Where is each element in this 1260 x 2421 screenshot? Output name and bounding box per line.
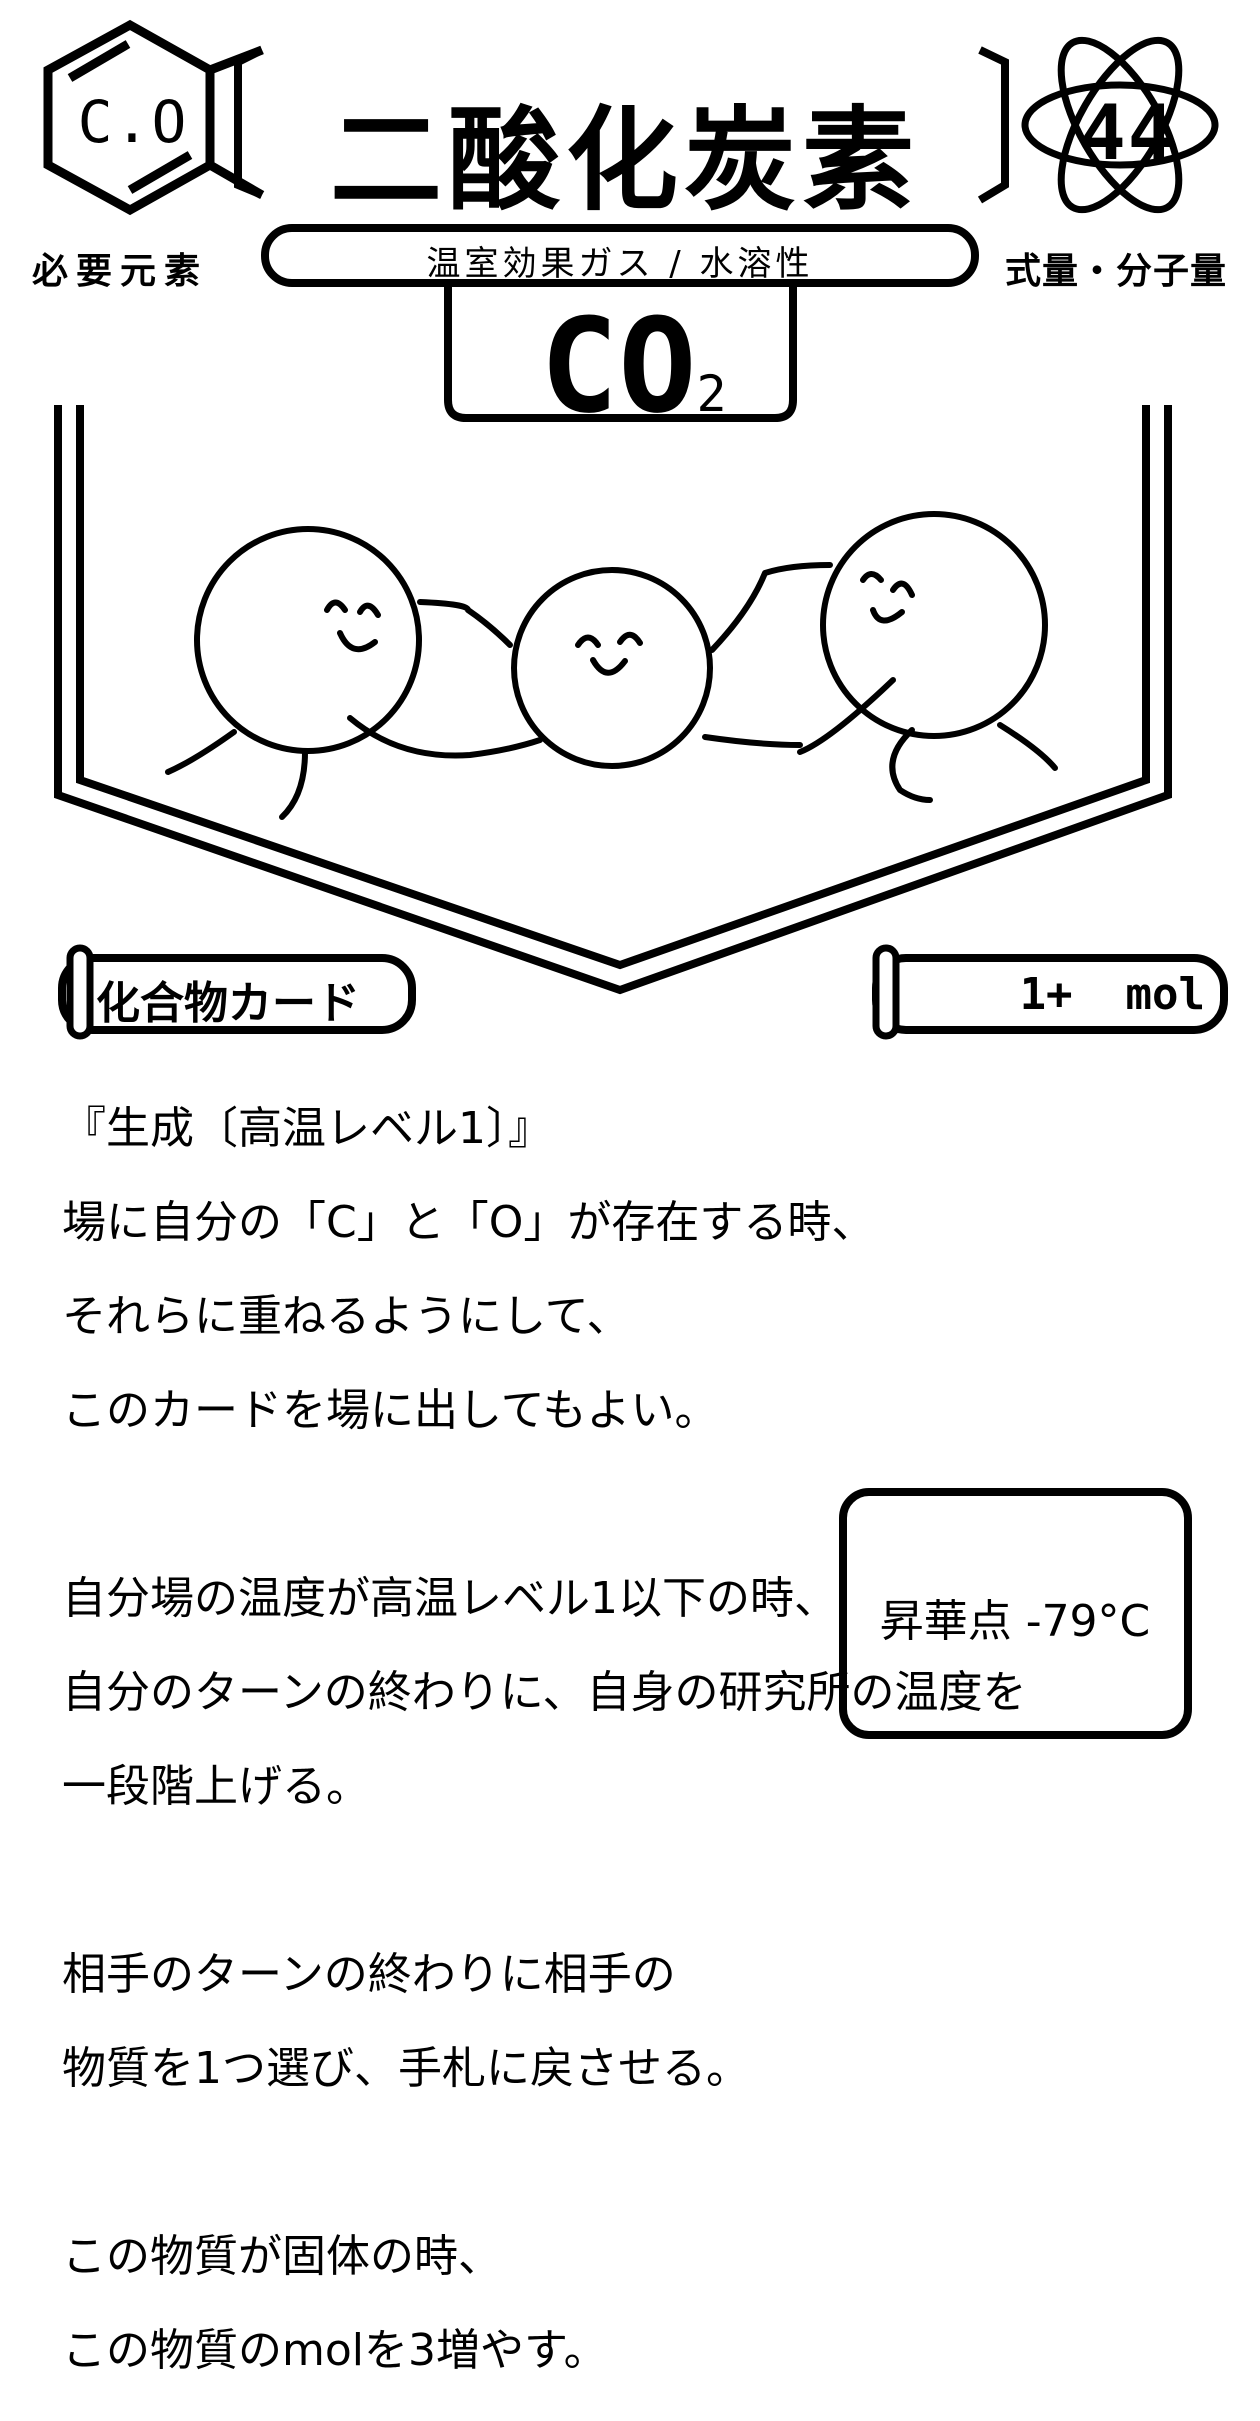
mol-value: 1+ mol <box>1019 969 1205 1020</box>
card-title: 二酸化炭素 <box>330 96 920 226</box>
sublimation-point: 昇華点 -79°C <box>879 1596 1151 1647</box>
effect-line: 相手のターンの終わりに相手の <box>62 1949 676 2000</box>
oxygen-left-face <box>194 526 422 754</box>
formula-subscript: 2 <box>696 365 727 423</box>
formula-weight-value: 44 <box>1080 88 1176 177</box>
chemical-formula: CO2 <box>540 290 760 442</box>
properties-text: 温室効果ガス / 水溶性 <box>426 244 814 284</box>
required-elements-symbol: C.O <box>77 88 189 156</box>
co2-molecule-illustration <box>165 511 1058 820</box>
effect-line: 『生成〔高温レベル1〕』 <box>62 1103 552 1154</box>
oxygen-right-face <box>820 511 1048 739</box>
effect-line: この物質が固体の時、 <box>62 2231 502 2282</box>
card-frame <box>54 405 1172 995</box>
effect-line: 自分のターンの終わりに、自身の研究所の温度を <box>62 1667 1027 1718</box>
formula-main: CO <box>540 290 697 442</box>
formula-weight-label: 式量・分子量 <box>1005 251 1228 292</box>
effect-line: 物質を1つ選び、手札に戻させる。 <box>62 2043 750 2094</box>
effect-line: 場に自分の「C」と「O」が存在する時、 <box>62 1197 876 1248</box>
card-type-label: 化合物カード <box>96 978 360 1029</box>
effect-line <box>62 1857 1162 1904</box>
effect-line: 一段階上げる。 <box>62 1761 370 1812</box>
carbon-center-face <box>511 567 713 769</box>
effect-line: この物質のmolを3増やす。 <box>62 2325 608 2376</box>
effect-line: このカードを場に出してもよい。 <box>62 1385 719 1436</box>
effect-text: 『生成〔高温レベル1〕』 場に自分の「C」と「O」が存在する時、 それらに重ねる… <box>62 1058 1162 2421</box>
required-elements-label: 必要元素 <box>32 251 209 292</box>
effect-line: それらに重ねるようにして、 <box>62 1291 631 1342</box>
effect-line <box>62 1481 1162 1528</box>
effect-line <box>62 2139 1162 2186</box>
